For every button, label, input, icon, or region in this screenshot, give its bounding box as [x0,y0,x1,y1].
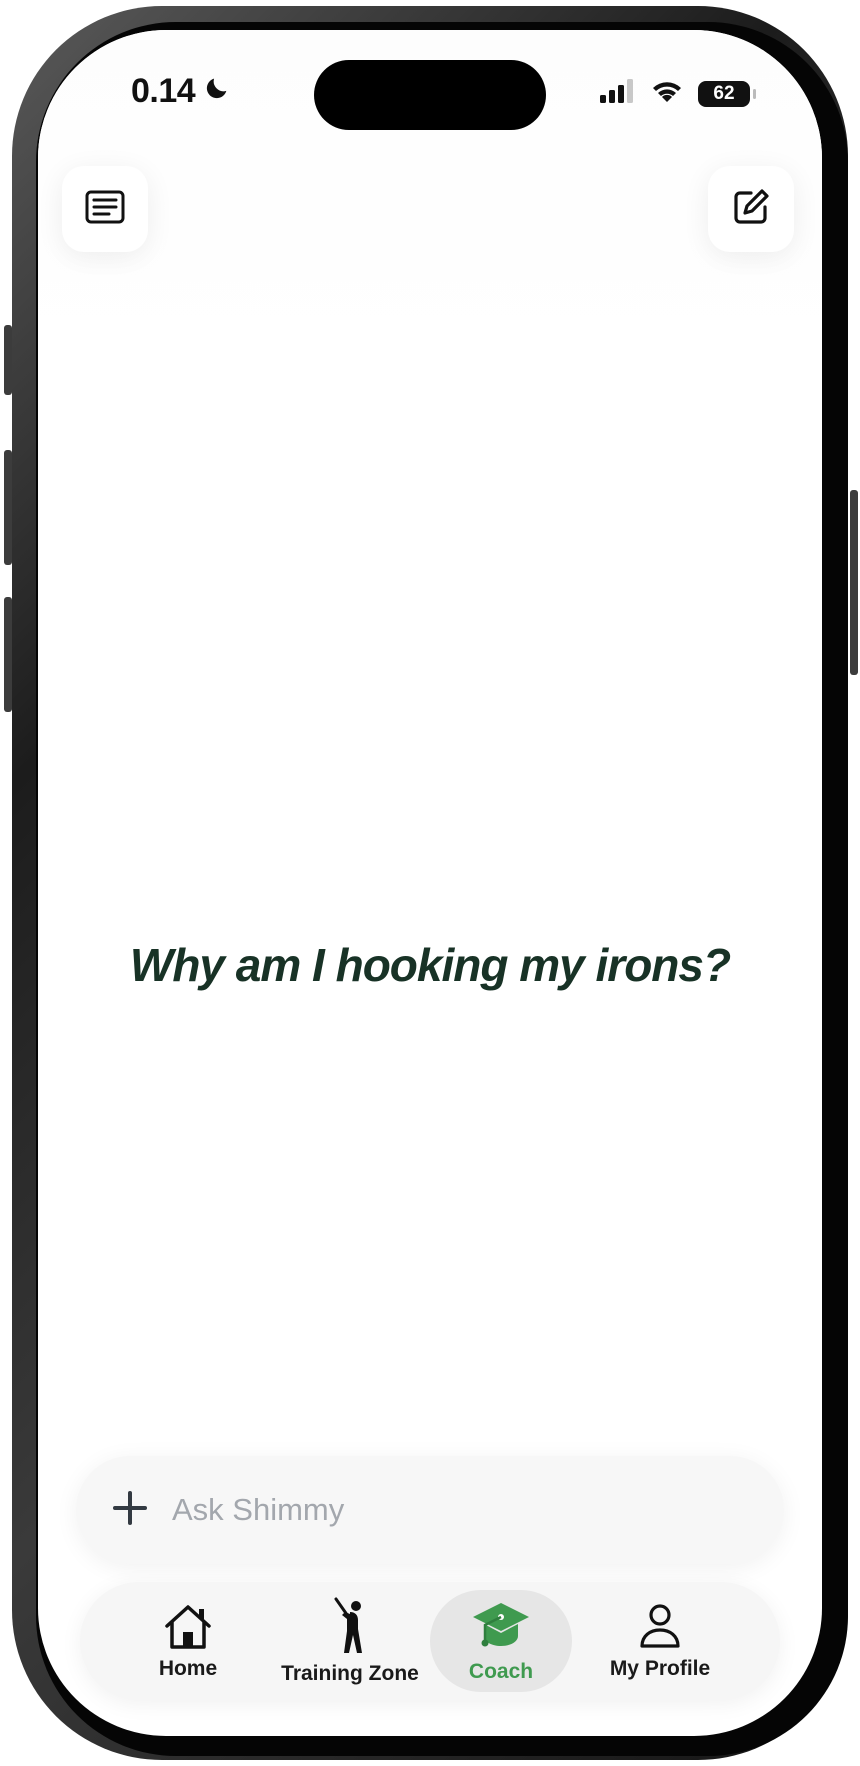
person-icon [637,1602,683,1655]
tab-training-zone-label: Training Zone [281,1661,419,1685]
status-time-text: 0.14 [131,72,196,110]
tab-coach[interactable]: Coach [430,1590,572,1692]
suggested-prompt[interactable]: Why am I hooking my irons? [38,938,822,992]
wifi-icon [650,78,684,109]
add-attachment-button[interactable] [100,1480,160,1540]
tab-coach-label: Coach [468,1659,534,1683]
new-chat-button[interactable] [708,166,794,252]
status-time: 0.14 [131,72,231,111]
plus-icon [112,1490,148,1531]
volume-down-button [4,597,12,712]
action-button [4,325,12,395]
tab-home-label: Home [158,1656,218,1680]
dynamic-island [314,60,546,130]
home-icon [161,1602,215,1655]
graduation-cap-icon [471,1599,531,1658]
cellular-signal-icon [600,79,636,108]
tab-my-profile-label: My Profile [609,1656,711,1680]
ask-bar [76,1456,784,1564]
battery-indicator: 62 [698,80,756,107]
tab-home[interactable]: Home [118,1582,258,1700]
compose-icon [731,187,771,232]
power-button [850,490,858,675]
status-icons: 62 [600,78,756,109]
chat-list-icon [85,190,125,229]
app-screen: 0.14 62 Why am I hooking my irons? Ask S… [38,30,822,1736]
moon-icon [203,72,231,111]
ask-input[interactable] [170,1491,734,1529]
tab-training-zone[interactable]: Training Zone [270,1582,430,1700]
golfer-icon [330,1597,370,1660]
chat-history-button[interactable] [62,166,148,252]
tab-bar: Home Training Zone Coach My Profile [80,1582,780,1700]
tab-my-profile[interactable]: My Profile [580,1582,740,1700]
volume-up-button [4,450,12,565]
